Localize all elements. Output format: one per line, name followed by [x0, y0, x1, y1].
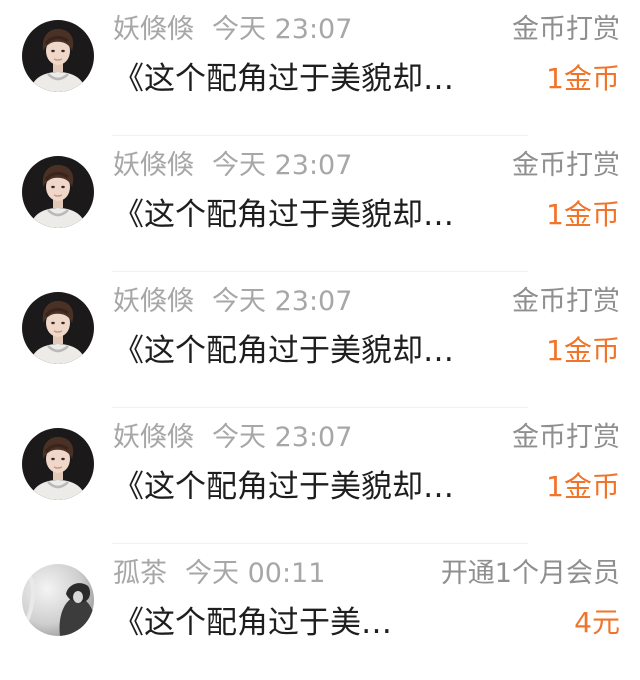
username[interactable]: 孤茶 — [113, 558, 167, 589]
reward-type: 金币打赏 — [512, 286, 620, 317]
book-title[interactable]: 《这个配角过于美… — [113, 600, 392, 646]
avatar-grayscale-figure-icon — [22, 564, 94, 636]
timestamp: 今天 23:07 — [212, 150, 353, 181]
timestamp: 今天 23:07 — [212, 422, 353, 453]
list-item[interactable]: 妖倏倏 今天 23:07 金币打赏 《这个配角过于美貌却… 1金币 — [0, 408, 640, 544]
username[interactable]: 妖倏倏 — [113, 422, 194, 453]
reward-amount: 1金币 — [546, 198, 620, 231]
avatar-boy-dark-bg-icon — [22, 292, 94, 364]
book-title[interactable]: 《这个配角过于美貌却… — [113, 464, 454, 510]
avatar[interactable] — [22, 428, 94, 500]
list-item[interactable]: 妖倏倏 今天 23:07 金币打赏 《这个配角过于美貌却… 1金币 — [0, 272, 640, 408]
avatar-boy-dark-bg-icon — [22, 20, 94, 92]
book-title[interactable]: 《这个配角过于美貌却… — [113, 328, 454, 374]
list-item[interactable]: 妖倏倏 今天 23:07 金币打赏 《这个配角过于美貌却… 1金币 — [0, 0, 640, 136]
avatar[interactable] — [22, 292, 94, 364]
record-meta: 妖倏倏 今天 23:07 — [113, 10, 352, 50]
record-meta: 妖倏倏 今天 23:07 — [113, 146, 352, 186]
reward-amount: 1金币 — [546, 334, 620, 367]
timestamp: 今天 23:07 — [212, 14, 353, 45]
list-item[interactable]: 妖倏倏 今天 23:07 金币打赏 《这个配角过于美貌却… 1金币 — [0, 136, 640, 272]
avatar-boy-dark-bg-icon — [22, 428, 94, 500]
list-item[interactable]: 孤茶 今天 00:11 开通1个月会员 《这个配角过于美… 4元 — [0, 544, 640, 680]
reward-type: 金币打赏 — [512, 422, 620, 453]
timestamp: 今天 23:07 — [212, 286, 353, 317]
reward-amount: 1金币 — [546, 470, 620, 503]
timestamp: 今天 00:11 — [185, 558, 326, 589]
avatar[interactable] — [22, 156, 94, 228]
book-title[interactable]: 《这个配角过于美貌却… — [113, 192, 454, 238]
book-title[interactable]: 《这个配角过于美貌却… — [113, 56, 454, 102]
record-meta: 孤茶 今天 00:11 — [113, 554, 325, 594]
avatar[interactable] — [22, 20, 94, 92]
username[interactable]: 妖倏倏 — [113, 150, 194, 181]
avatar-boy-dark-bg-icon — [22, 156, 94, 228]
reward-record-list: 妖倏倏 今天 23:07 金币打赏 《这个配角过于美貌却… 1金币 妖倏倏 今天 2… — [0, 0, 640, 672]
record-meta: 妖倏倏 今天 23:07 — [113, 282, 352, 322]
reward-amount: 1金币 — [546, 62, 620, 95]
reward-type: 金币打赏 — [512, 14, 620, 45]
username[interactable]: 妖倏倏 — [113, 286, 194, 317]
reward-amount: 4元 — [574, 606, 620, 639]
avatar[interactable] — [22, 564, 94, 636]
username[interactable]: 妖倏倏 — [113, 14, 194, 45]
reward-type: 金币打赏 — [512, 150, 620, 181]
record-meta: 妖倏倏 今天 23:07 — [113, 418, 352, 458]
reward-type: 开通1个月会员 — [440, 558, 620, 589]
